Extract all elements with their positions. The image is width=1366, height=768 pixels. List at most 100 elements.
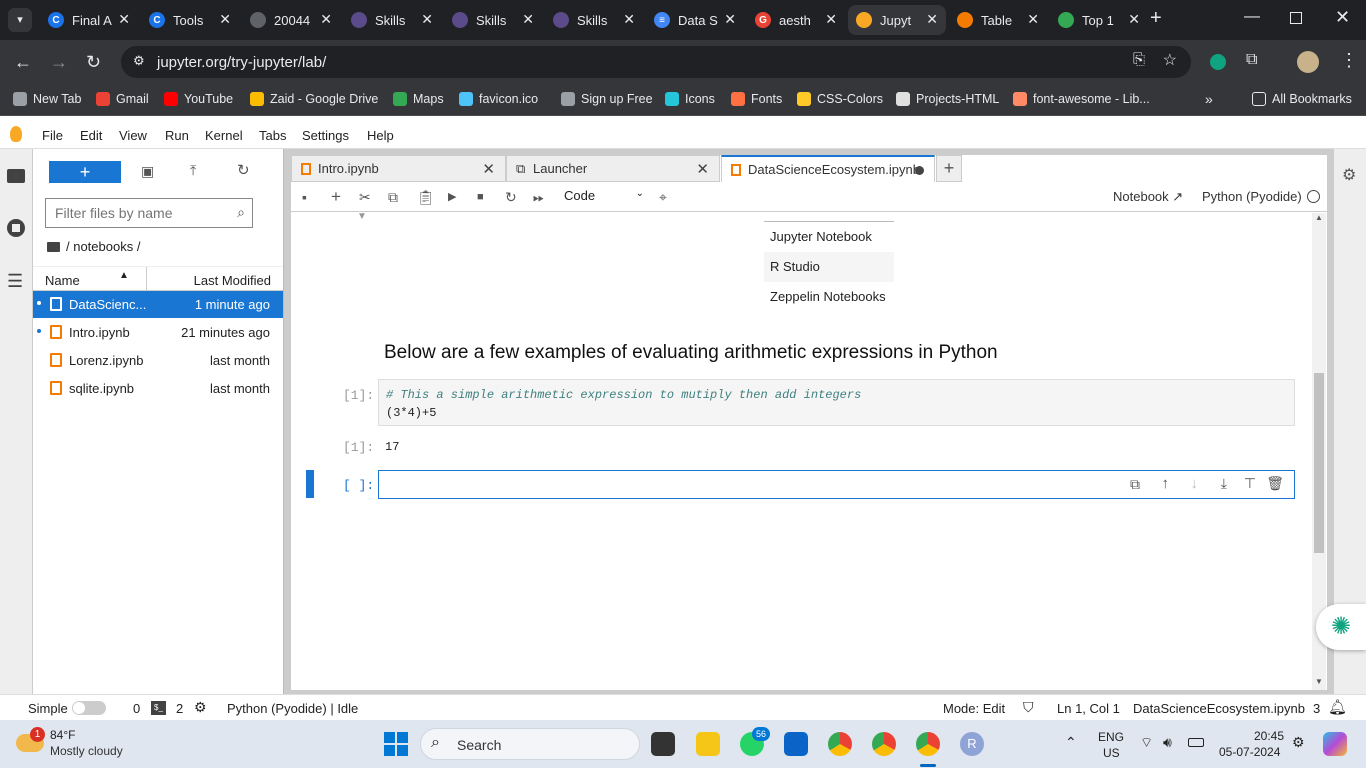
bookmark-item[interactable]: CSS-Colors [797, 92, 883, 106]
location-pin-icon[interactable]: ⌖ [659, 189, 667, 205]
code-cell-editor[interactable]: # This a simple arithmetic expression to… [378, 379, 1295, 426]
tab-search-button[interactable]: ▾ [8, 8, 32, 32]
wifi-icon[interactable]: ⌔ [1140, 734, 1153, 752]
shield-icon[interactable]: ⛉ [1023, 699, 1034, 716]
scroll-down-icon[interactable]: ▼ [1315, 677, 1323, 686]
insert-cell-icon[interactable]: + [331, 188, 341, 205]
move-up-icon[interactable]: ↑ [1162, 475, 1170, 492]
file-browser-icon[interactable] [7, 169, 25, 183]
delete-cell-icon[interactable]: 🗑︎ [1266, 475, 1284, 492]
insert-below-icon[interactable]: ⊤ [1244, 475, 1256, 492]
terminals-count[interactable]: 0 [133, 701, 140, 716]
battery-icon[interactable] [1188, 738, 1204, 747]
file-row[interactable]: DataScienc... 1 minute ago [33, 291, 283, 318]
task-view-icon[interactable] [651, 732, 675, 756]
save-icon[interactable]: ▪ [302, 189, 307, 205]
new-tab-button[interactable]: + [1150, 7, 1162, 30]
bookmark-item[interactable]: Maps [393, 92, 444, 106]
language-ind-2[interactable]: US [1103, 746, 1120, 760]
modified-column-header[interactable]: Last Modified [194, 273, 271, 288]
reload-icon[interactable]: ↻ [86, 52, 101, 72]
bookmark-item[interactable]: favicon.ico [459, 92, 538, 106]
bookmark-item[interactable]: New Tab [13, 92, 81, 106]
kernel-status-text[interactable]: Python (Pyodide) | Idle [227, 701, 358, 716]
close-tab-icon[interactable]: ✕ [522, 11, 534, 28]
close-tab-icon[interactable]: ✕ [118, 11, 130, 28]
language-ind-1[interactable]: ENG [1098, 730, 1124, 744]
r-app-icon[interactable]: R [960, 732, 984, 756]
browser-tab[interactable]: ≡ Data S ✕ [646, 5, 744, 35]
chrome-icon[interactable] [828, 732, 852, 756]
all-bookmarks[interactable]: All Bookmarks [1252, 92, 1352, 106]
simple-mode-toggle[interactable] [72, 701, 106, 715]
tab-datascience[interactable]: DataScienceEcosystem.ipynb [721, 155, 935, 182]
close-tab-icon[interactable]: ✕ [724, 11, 736, 28]
browser-tab[interactable]: Gaesth ✕ [747, 5, 845, 35]
copy-icon[interactable]: ⧉ [388, 189, 398, 205]
new-folder-icon[interactable]: ▣ [141, 163, 154, 180]
url-input[interactable]: ⚙ jupyter.org/try-jupyter/lab/ ⎘ ☆ [121, 46, 1191, 78]
start-icon[interactable] [384, 732, 408, 756]
bookmark-star-icon[interactable]: ☆ [1163, 50, 1177, 70]
bookmark-item[interactable]: YouTube [164, 92, 233, 106]
menu-file[interactable]: File [42, 128, 63, 143]
back-icon[interactable]: ← [14, 52, 32, 72]
clock-date[interactable]: 05-07-2024 [1219, 745, 1280, 759]
duplicate-cell-icon[interactable]: ⧉ [1130, 476, 1140, 493]
bookmark-item[interactable]: Icons [665, 92, 715, 106]
kernel-gear-icon[interactable]: ⚙ [194, 699, 207, 716]
notification-center-icon[interactable]: ⚙ [1292, 734, 1305, 751]
new-launcher-button[interactable]: + [49, 161, 121, 183]
move-down-icon[interactable]: ↓ [1191, 475, 1199, 492]
browser-tab[interactable]: Jupyt ✕ [848, 5, 946, 35]
run-all-icon[interactable]: ⏩︎ [533, 189, 544, 205]
unsaved-dot-icon[interactable] [915, 166, 924, 175]
tab-launcher[interactable]: ⧉ Launcher ✕ [506, 155, 720, 182]
bookmark-item[interactable]: Projects-HTML [896, 92, 999, 106]
bell-icon[interactable]: 🔔︎ [1328, 698, 1347, 716]
cut-icon[interactable]: ✂ [359, 189, 371, 205]
file-row[interactable]: Lorenz.ipynb last month [33, 347, 283, 374]
forward-icon[interactable]: → [50, 52, 68, 72]
bookmark-item[interactable]: Sign up Free [561, 92, 653, 106]
close-tab-icon[interactable]: ✕ [1128, 11, 1140, 28]
insert-above-icon[interactable]: ⤓ [1221, 475, 1227, 492]
menu-edit[interactable]: Edit [80, 128, 102, 143]
browser-tab[interactable]: Top 1 ✕ [1050, 5, 1148, 35]
chatgpt-extension-icon[interactable] [1210, 54, 1226, 70]
close-window-button[interactable]: ✕ [1335, 7, 1350, 28]
refresh-icon[interactable]: ↻ [237, 161, 250, 179]
name-column-header[interactable]: Name [45, 273, 80, 288]
outlook-icon[interactable] [784, 732, 808, 756]
chrome-icon[interactable] [872, 732, 896, 756]
scroll-thumb[interactable] [1314, 373, 1324, 553]
taskbar-search[interactable]: ⌕ Search [420, 728, 640, 760]
menu-help[interactable]: Help [367, 128, 394, 143]
clock-time[interactable]: 20:45 [1254, 729, 1284, 743]
table-of-contents-icon[interactable]: ☰ [7, 272, 23, 290]
weather-widget[interactable]: 1 84°F Mostly cloudy [14, 726, 174, 762]
close-tab-icon[interactable]: ✕ [320, 11, 332, 28]
close-tab-icon[interactable]: ✕ [926, 11, 938, 28]
bookmark-item[interactable]: Zaid - Google Drive [250, 92, 378, 106]
restore-button[interactable] [1290, 12, 1302, 24]
browser-tab[interactable]: Table ✕ [949, 5, 1047, 35]
bookmark-item[interactable]: Gmail [96, 92, 149, 106]
open-in-notebook-link[interactable]: Notebook ↗ [1113, 189, 1183, 205]
close-tab-icon[interactable]: ✕ [825, 11, 837, 28]
copilot-icon[interactable] [1323, 732, 1347, 756]
tab-intro[interactable]: Intro.ipynb ✕ [291, 155, 506, 182]
paste-icon[interactable]: 📋︎ [417, 189, 435, 205]
scroll-up-icon[interactable]: ▲ [1315, 213, 1323, 222]
chrome-icon[interactable] [916, 732, 940, 756]
close-tab-icon[interactable]: ✕ [421, 11, 433, 28]
menu-settings[interactable]: Settings [302, 128, 349, 143]
browser-tab[interactable]: C Tools ✕ [141, 5, 239, 35]
profile-avatar[interactable] [1297, 51, 1319, 73]
browser-tab[interactable]: 20044 ✕ [242, 5, 340, 35]
extensions-icon[interactable]: ⧉ [1246, 51, 1257, 69]
bookmark-item[interactable]: font-awesome - Lib... [1013, 92, 1150, 106]
browser-tab[interactable]: C Final A ✕ [40, 5, 138, 35]
terminal-icon[interactable]: $_ [151, 701, 166, 715]
minimize-button[interactable]: — [1244, 8, 1260, 26]
